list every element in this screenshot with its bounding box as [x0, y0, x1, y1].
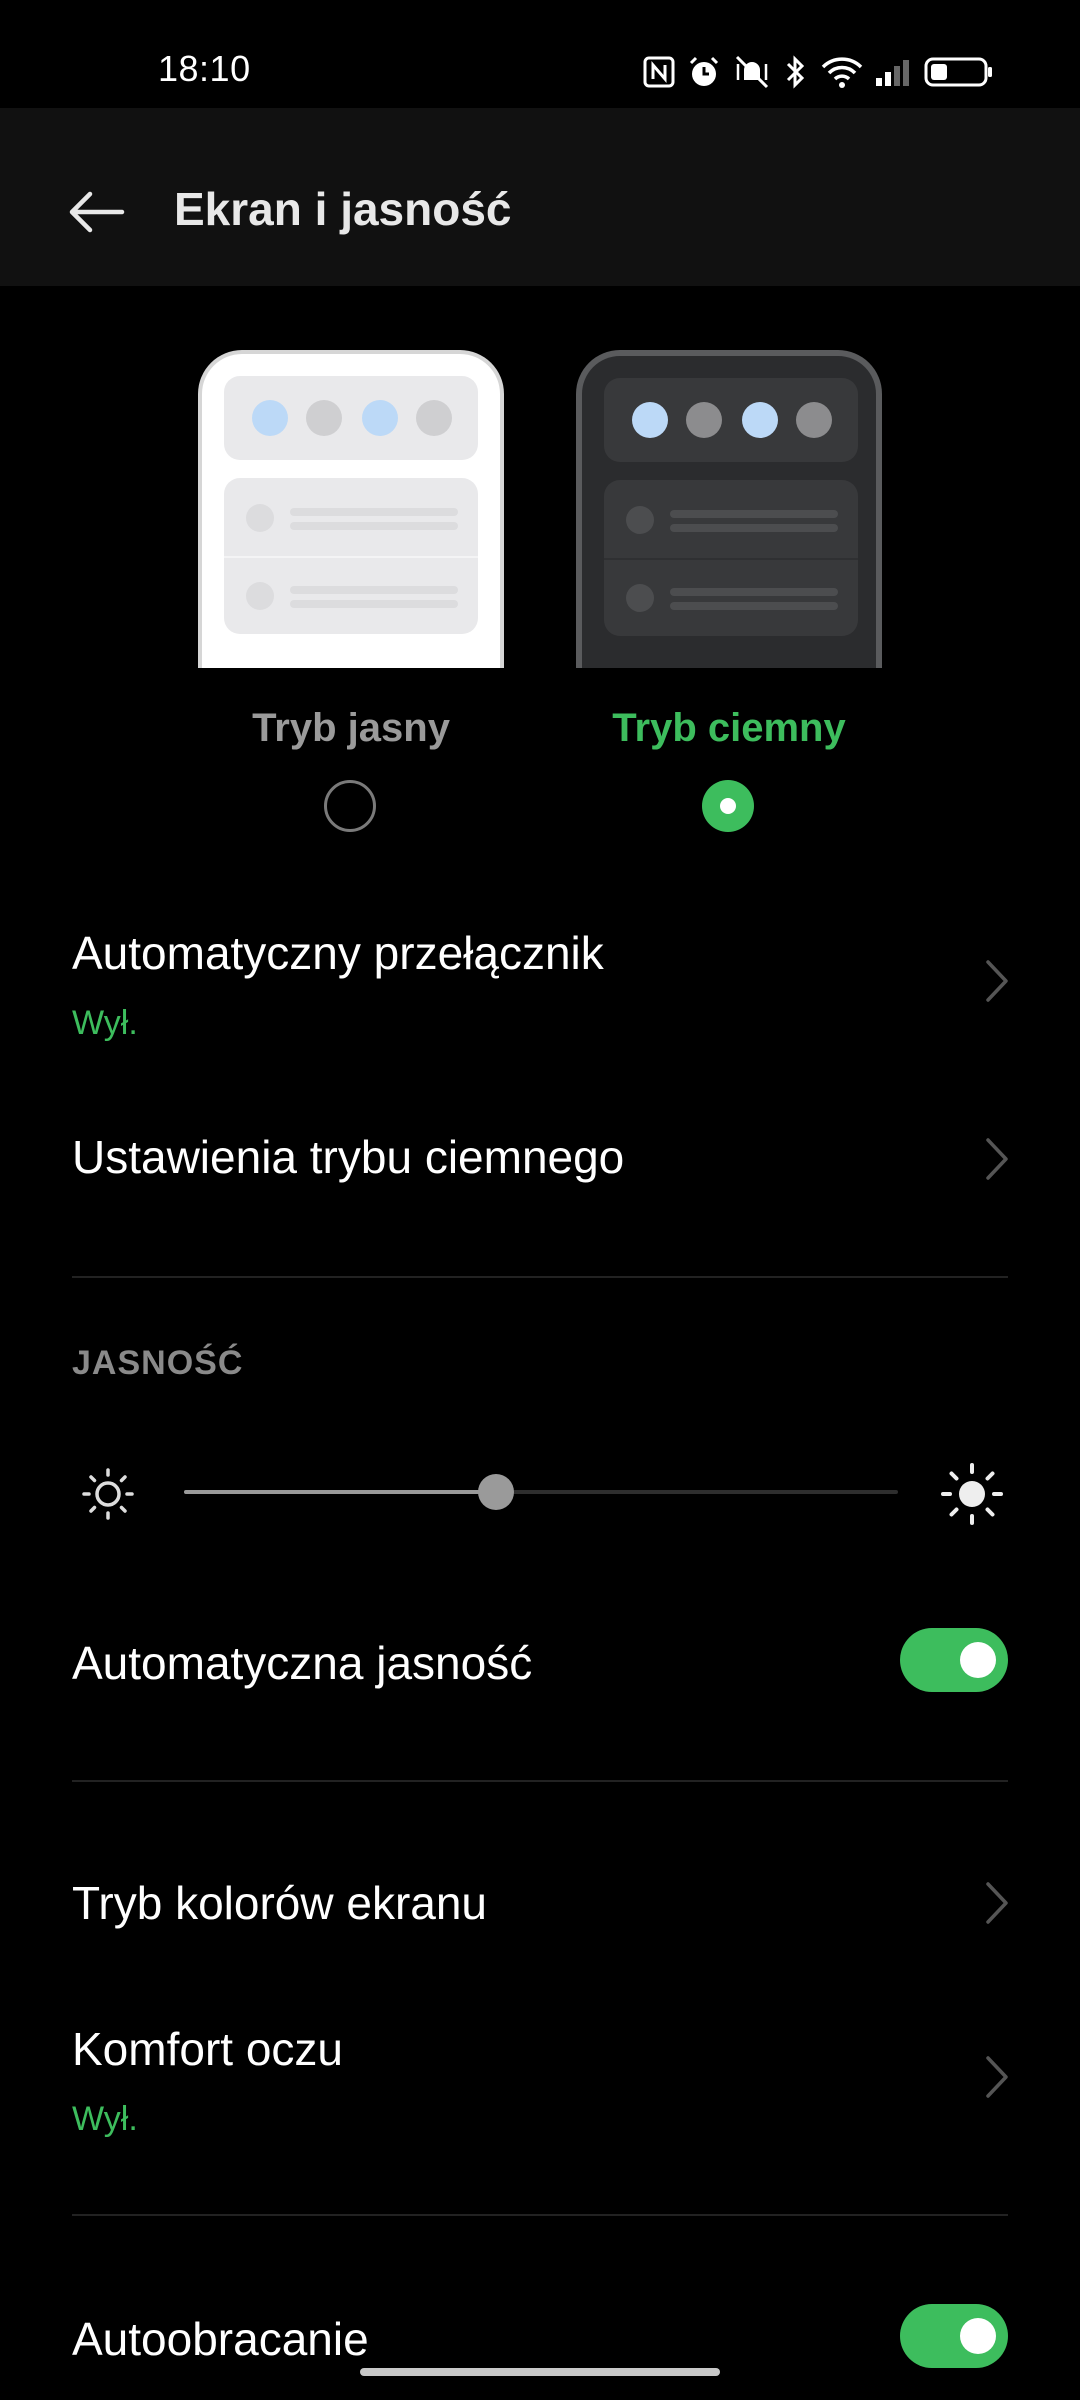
- preview-line: [290, 508, 458, 516]
- chevron-right-icon: [986, 1138, 1008, 1180]
- alarm-icon: [689, 56, 719, 86]
- chevron-right-icon: [986, 1882, 1008, 1924]
- brightness-slider-fill: [184, 1490, 496, 1494]
- preview-dot: [626, 584, 654, 612]
- preview-dot: [742, 402, 778, 438]
- color-mode-title: Tryb kolorów ekranu: [72, 1877, 488, 1929]
- brightness-low-icon: [82, 1468, 134, 1520]
- light-mode-preview[interactable]: [198, 350, 504, 668]
- preview-divider: [224, 556, 478, 558]
- brightness-high-icon: [941, 1463, 1003, 1525]
- eye-comfort-value: Wył.: [72, 2100, 138, 2138]
- dark-mode-settings-title: Ustawienia trybu ciemnego: [72, 1131, 625, 1183]
- dark-mode-radio[interactable]: [702, 780, 754, 832]
- brightness-section-header: JASNOŚĆ: [72, 1344, 244, 1382]
- dark-mode-label[interactable]: Tryb ciemny: [579, 706, 879, 751]
- wifi-icon: [821, 57, 863, 88]
- light-mode-radio[interactable]: [324, 780, 376, 832]
- preview-dot: [686, 402, 722, 438]
- signal-icon: [876, 60, 909, 86]
- preview-dot: [626, 506, 654, 534]
- preview-dot: [796, 402, 832, 438]
- bluetooth-icon: [786, 55, 805, 89]
- back-button[interactable]: [52, 168, 140, 256]
- auto-switch-value: Wył.: [72, 1004, 138, 1042]
- preview-line: [670, 588, 838, 596]
- auto-brightness-title: Automatyczna jasność: [72, 1637, 533, 1689]
- divider: [72, 2214, 1008, 2216]
- preview-dot: [246, 504, 274, 532]
- preview-line: [290, 600, 458, 608]
- radio-selected-dot: [720, 798, 736, 814]
- preview-dot: [632, 402, 668, 438]
- preview-card: [224, 478, 478, 634]
- preview-dot: [246, 582, 274, 610]
- preview-dot: [306, 400, 342, 436]
- divider: [72, 1780, 1008, 1782]
- toggle-knob: [960, 2318, 996, 2354]
- preview-dot: [362, 400, 398, 436]
- auto-rotate-toggle[interactable]: [900, 2304, 1008, 2368]
- preview-card: [604, 378, 858, 462]
- page-title: Ekran i jasność: [174, 183, 512, 235]
- preview-card: [224, 376, 478, 460]
- preview-dot: [416, 400, 452, 436]
- dark-mode-preview[interactable]: [576, 350, 882, 668]
- mute-vibrate-icon: [735, 55, 769, 89]
- brightness-slider-thumb[interactable]: [478, 1474, 514, 1510]
- toggle-knob: [960, 1642, 996, 1678]
- nfc-icon: [643, 56, 675, 88]
- auto-brightness-toggle[interactable]: [900, 1628, 1008, 1692]
- status-icons: [642, 50, 994, 94]
- auto-switch-title: Automatyczny przełącznik: [72, 927, 604, 979]
- back-arrow-icon: [69, 191, 125, 233]
- preview-line: [670, 602, 838, 610]
- preview-card: [604, 480, 858, 636]
- eye-comfort-title: Komfort oczu: [72, 2023, 343, 2075]
- chevron-right-icon: [986, 960, 1008, 1002]
- home-indicator[interactable]: [360, 2368, 720, 2376]
- preview-line: [290, 522, 458, 530]
- chevron-right-icon: [986, 2056, 1008, 2098]
- divider: [72, 1276, 1008, 1278]
- preview-line: [290, 586, 458, 594]
- preview-dot: [252, 400, 288, 436]
- preview-divider: [604, 558, 858, 560]
- light-mode-label[interactable]: Tryb jasny: [201, 706, 501, 751]
- battery-icon: [924, 57, 992, 87]
- status-time: 18:10: [158, 48, 251, 89]
- preview-line: [670, 524, 838, 532]
- preview-line: [670, 510, 838, 518]
- app-bar: [0, 108, 1080, 286]
- auto-rotate-title: Autoobracanie: [72, 2313, 369, 2365]
